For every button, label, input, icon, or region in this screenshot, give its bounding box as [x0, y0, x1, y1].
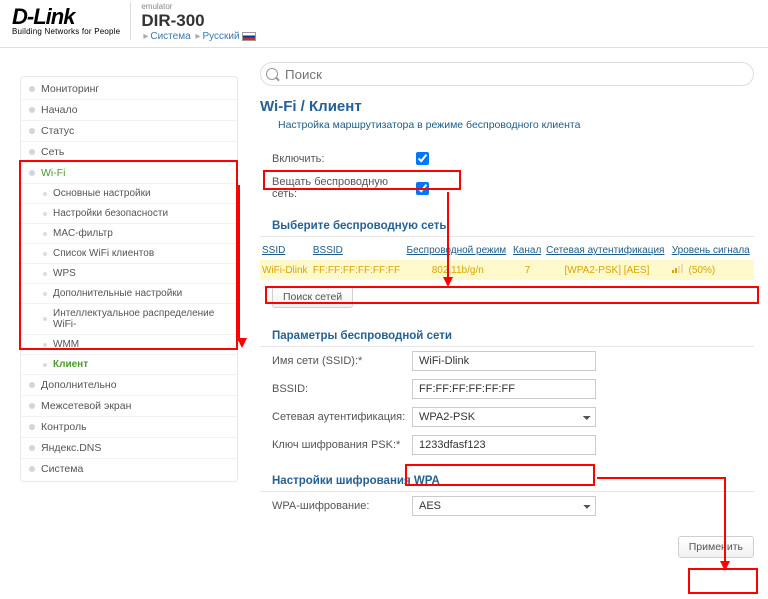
- sidebar-item-мониторинг[interactable]: Мониторинг: [21, 79, 237, 99]
- brand-text: D-Link: [12, 6, 120, 28]
- cell-ssid: WiFi-Dlink: [260, 260, 311, 280]
- cell-mode: 802.11b/g/n: [405, 260, 511, 280]
- sidebar-item-сеть[interactable]: Сеть: [21, 141, 237, 162]
- enable-checkbox[interactable]: [416, 152, 429, 165]
- app-header: D-Link Building Networks for People emul…: [0, 0, 768, 48]
- cell-channel: 7: [511, 260, 544, 280]
- sidebar-item-статус[interactable]: Статус: [21, 120, 237, 141]
- th-auth[interactable]: Сетевая аутентификация: [544, 241, 670, 260]
- logo: D-Link Building Networks for People: [12, 2, 131, 40]
- russian-flag-icon: [242, 32, 256, 41]
- th-channel[interactable]: Канал: [511, 241, 544, 260]
- table-header-row: SSID BSSID Беспроводной режим Канал Сете…: [260, 241, 754, 260]
- section-params: Параметры беспроводной сети: [260, 320, 754, 347]
- section-wpa: Настройки шифрования WPA: [260, 465, 754, 492]
- broadcast-label: Вещать беспроводную сеть:: [272, 176, 412, 200]
- sidebar-item-дополнительные-настройки[interactable]: Дополнительные настройки: [21, 283, 237, 303]
- sidebar-item-контроль[interactable]: Контроль: [21, 416, 237, 437]
- sidebar-item-wmm[interactable]: WMM: [21, 334, 237, 354]
- sidebar-item-список-wifi-клиентов[interactable]: Список WiFi клиентов: [21, 243, 237, 263]
- sidebar-item-wi-fi[interactable]: Wi-Fi: [21, 162, 237, 183]
- sidebar-item-mac-фильтр[interactable]: MAC-фильтр: [21, 223, 237, 243]
- bssid-label: BSSID:: [272, 383, 412, 395]
- sidebar-item-клиент[interactable]: Клиент: [21, 354, 237, 374]
- bssid-input[interactable]: [412, 379, 596, 399]
- sidebar-item-настройки-безопасности[interactable]: Настройки безопасности: [21, 203, 237, 223]
- psk-label: Ключ шифрования PSK:*: [272, 439, 412, 451]
- table-row[interactable]: WiFi-Dlink FF:FF:FF:FF:FF:FF 802.11b/g/n…: [260, 260, 754, 280]
- scan-button[interactable]: Поиск сетей: [272, 286, 353, 308]
- page-desc: Настройка маршрутизатора в режиме беспро…: [278, 119, 754, 131]
- search-input[interactable]: [260, 62, 754, 86]
- enable-label: Включить:: [272, 153, 412, 165]
- emulator-label: emulator: [141, 2, 256, 11]
- cell-bssid: FF:FF:FF:FF:FF:FF: [311, 260, 405, 280]
- wpa-enc-select[interactable]: AES: [412, 496, 596, 516]
- th-signal[interactable]: Уровень сигнала: [670, 241, 754, 260]
- cell-signal: (50%): [670, 260, 754, 280]
- auth-select[interactable]: WPA2-PSK: [412, 407, 596, 427]
- th-bssid[interactable]: BSSID: [311, 241, 405, 260]
- wpa-enc-label: WPA-шифрование:: [272, 500, 412, 512]
- cell-auth: [WPA2-PSK] [AES]: [544, 260, 670, 280]
- sidebar-item-яндекс-dns[interactable]: Яндекс.DNS: [21, 437, 237, 458]
- th-ssid[interactable]: SSID: [260, 241, 311, 260]
- sidebar-item-основные-настройки[interactable]: Основные настройки: [21, 183, 237, 203]
- sidebar-item-начало[interactable]: Начало: [21, 99, 237, 120]
- networks-table: SSID BSSID Беспроводной режим Канал Сете…: [260, 241, 754, 280]
- sidebar-item-дополнительно[interactable]: Дополнительно: [21, 374, 237, 395]
- auth-label: Сетевая аутентификация:: [272, 411, 412, 423]
- sidebar-item-межсетевой-экран[interactable]: Межсетевой экран: [21, 395, 237, 416]
- apply-button[interactable]: Применить: [678, 536, 754, 558]
- search-icon: [260, 62, 754, 86]
- content: Wi-Fi / Клиент Настройка маршрутизатора …: [238, 48, 768, 564]
- th-mode[interactable]: Беспроводной режим: [405, 241, 511, 260]
- breadcrumb: ▸Система ▸Русский: [141, 31, 256, 42]
- sidebar: МониторингНачалоСтатусСетьWi-FiОсновные …: [20, 76, 238, 482]
- brand-tagline: Building Networks for People: [12, 28, 120, 36]
- page-title: Wi-Fi / Клиент: [260, 98, 754, 115]
- model-name: DIR-300: [141, 11, 256, 31]
- psk-input[interactable]: [412, 435, 596, 455]
- crumb-lang[interactable]: Русский: [202, 31, 239, 42]
- model-block: emulator DIR-300 ▸Система ▸Русский: [131, 2, 256, 42]
- annotation-box: [688, 568, 758, 594]
- crumb-system[interactable]: Система: [150, 31, 190, 42]
- broadcast-checkbox[interactable]: [416, 182, 429, 195]
- signal-bars-icon: [672, 264, 683, 273]
- ssid-input[interactable]: [412, 351, 596, 371]
- sidebar-item-интеллектуальное-распределение-wifi-[interactable]: Интеллектуальное распределение WiFi-: [21, 303, 237, 334]
- section-select-network: Выберите беспроводную сеть: [260, 210, 754, 237]
- sidebar-item-wps[interactable]: WPS: [21, 263, 237, 283]
- ssid-label: Имя сети (SSID):*: [272, 355, 412, 367]
- sidebar-item-система[interactable]: Система: [21, 458, 237, 479]
